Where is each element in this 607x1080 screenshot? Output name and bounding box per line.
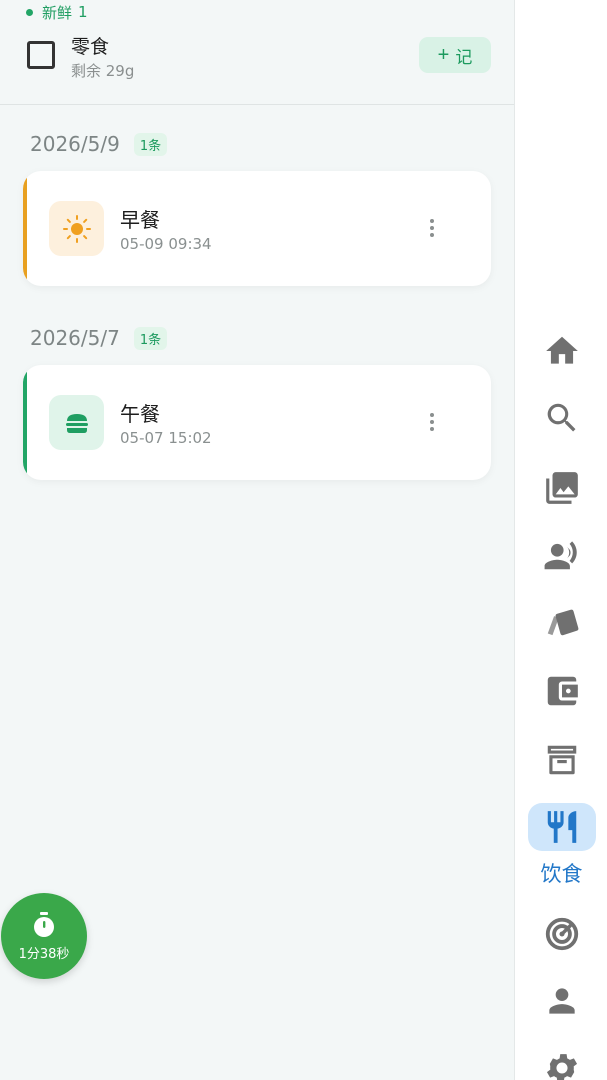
snack-name: 零食 bbox=[71, 36, 110, 58]
fresh-count: 1 bbox=[78, 3, 88, 21]
date-header: 2026/5/7 1条 bbox=[30, 323, 168, 353]
home-icon[interactable] bbox=[515, 323, 607, 379]
navigation-rail: 饮食 bbox=[514, 0, 607, 1080]
person-icon[interactable] bbox=[515, 973, 607, 1029]
meal-accent-bar bbox=[23, 365, 27, 480]
date-text: 2026/5/9 bbox=[30, 132, 120, 156]
meal-accent-bar bbox=[23, 171, 27, 286]
archive-icon[interactable] bbox=[515, 732, 607, 788]
timer-button[interactable]: 1分38秒 bbox=[1, 893, 87, 979]
wallet-icon[interactable] bbox=[515, 663, 607, 719]
date-header: 2026/5/9 1条 bbox=[30, 129, 168, 159]
count-badge: 1条 bbox=[133, 132, 168, 156]
date-text: 2026/5/7 bbox=[30, 326, 120, 350]
more-icon[interactable] bbox=[421, 213, 443, 243]
plus-icon: + bbox=[437, 44, 450, 66]
fresh-indicator: 新鲜 1 bbox=[26, 2, 88, 22]
gear-icon[interactable] bbox=[515, 1040, 607, 1080]
search-icon[interactable] bbox=[515, 390, 607, 446]
snack-item: 零食 剩余 29g + 记 bbox=[0, 30, 514, 82]
snack-checkbox[interactable] bbox=[27, 41, 55, 69]
gallery-icon[interactable] bbox=[515, 460, 607, 516]
cards-icon[interactable] bbox=[515, 596, 607, 652]
meal-card[interactable]: 早餐 05-09 09:34 bbox=[23, 171, 491, 286]
meal-card[interactable]: 午餐 05-07 15:02 bbox=[23, 365, 491, 480]
count-badge: 1条 bbox=[133, 326, 168, 350]
target-icon[interactable] bbox=[515, 906, 607, 962]
nav-label-diet[interactable]: 饮食 bbox=[515, 858, 607, 888]
more-icon[interactable] bbox=[421, 407, 443, 437]
snack-remaining: 剩余 29g bbox=[71, 62, 135, 80]
divider bbox=[0, 104, 514, 105]
burger-icon bbox=[49, 395, 104, 450]
utensils-icon[interactable] bbox=[528, 803, 596, 851]
meal-time: 05-09 09:34 bbox=[120, 235, 212, 253]
sun-icon bbox=[49, 201, 104, 256]
fresh-dot bbox=[26, 8, 33, 16]
record-button[interactable]: + 记 bbox=[419, 37, 491, 73]
stopwatch-icon bbox=[34, 911, 54, 937]
voice-person-icon[interactable] bbox=[515, 527, 607, 583]
timer-label: 1分38秒 bbox=[18, 946, 70, 962]
meal-title: 午餐 bbox=[120, 402, 160, 426]
fresh-label: 新鲜 bbox=[42, 3, 73, 22]
meal-time: 05-07 15:02 bbox=[120, 429, 212, 447]
main-panel: 新鲜 1 零食 剩余 29g + 记 2026/5/9 1条 早餐 05-09 … bbox=[0, 0, 514, 1080]
record-label: 记 bbox=[455, 47, 473, 67]
meal-title: 早餐 bbox=[120, 208, 160, 232]
